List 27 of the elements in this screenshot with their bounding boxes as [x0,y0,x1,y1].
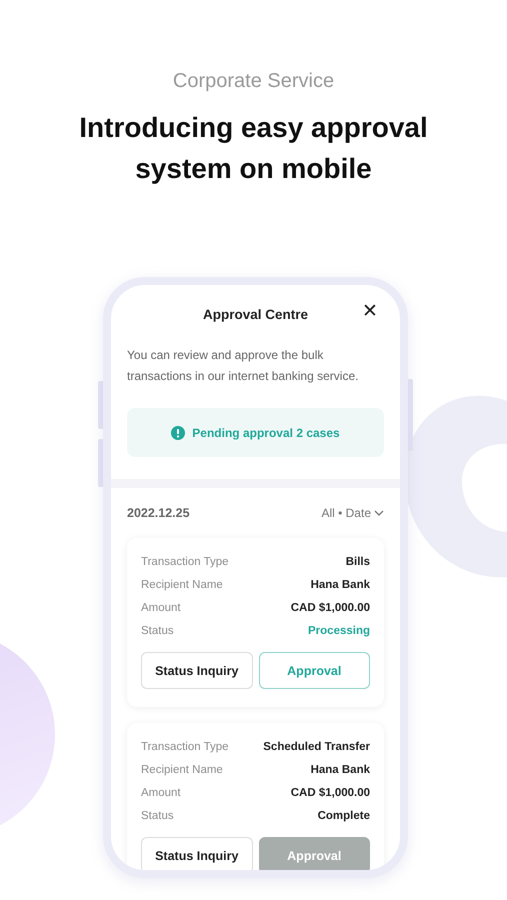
eyebrow-text: Corporate Service [172,70,336,93]
status-inquiry-button[interactable]: Status Inquiry [141,652,252,689]
field-label: Recipient Name [141,764,223,776]
notice-text: Pending approval 2 cases [192,426,340,440]
filter-dropdown[interactable]: All • Date [321,506,384,520]
headline: Introducing easy approval system on mobile [78,111,429,186]
field-label: Transaction Type [141,740,229,752]
field-label: Status [141,624,174,636]
close-button[interactable]: ✕ [362,301,378,323]
field-value: Hana Bank [310,578,370,590]
field-label: Transaction Type [141,556,229,568]
field-label: Recipient Name [141,578,223,590]
field-value: Complete [318,810,370,822]
alert-icon [171,426,186,440]
field-value: Processing [308,624,370,636]
field-value: Hana Bank [310,764,370,776]
field-value: Scheduled Transfer [263,740,370,752]
field-value: CAD $1,000.00 [290,602,370,614]
field-label: Amount [141,786,181,798]
screen-title: Approval Centre [202,306,308,322]
field-label: Status [141,810,174,822]
description-text: You can review and approve the bulk transactions in our internet banking service. [127,347,360,385]
field-value: CAD $1,000.00 [290,786,370,798]
chevron-down-icon [374,510,384,516]
date-label: 2022.12.25 [127,506,190,520]
field-label: Amount [141,602,181,614]
field-value: Bills [346,556,370,568]
